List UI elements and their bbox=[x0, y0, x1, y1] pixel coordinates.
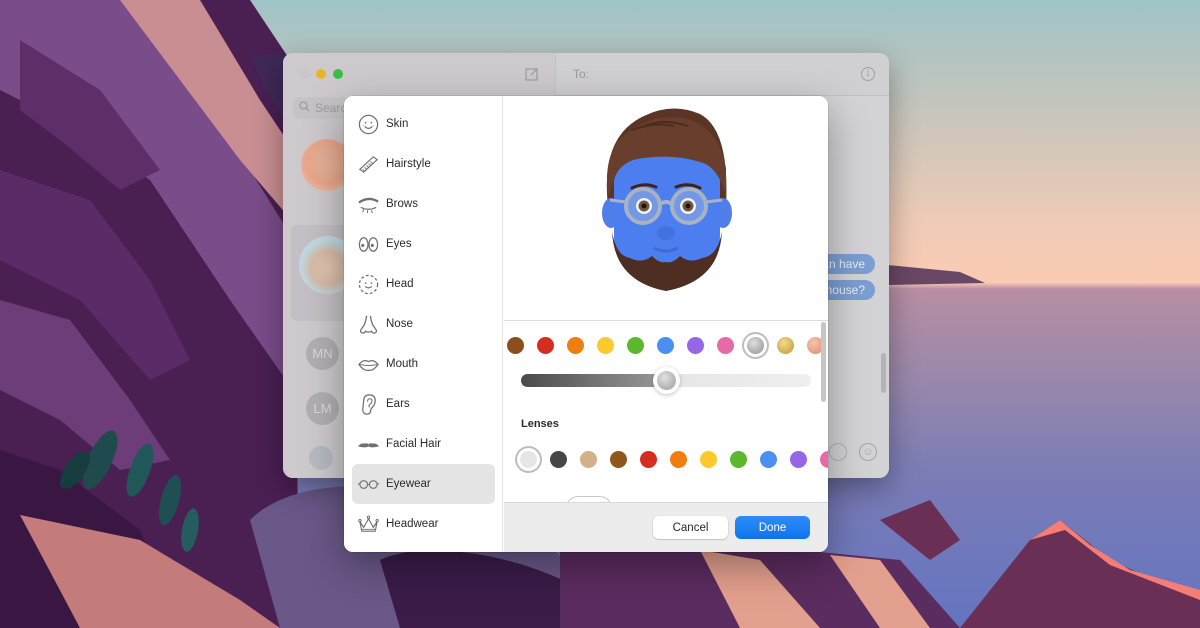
category-label: Headwear bbox=[386, 518, 439, 530]
lens-color-swatch[interactable] bbox=[760, 451, 777, 468]
frame-color-swatch[interactable] bbox=[537, 337, 554, 354]
category-facial-hair[interactable]: Facial Hair bbox=[352, 424, 495, 464]
frame-color-swatch[interactable] bbox=[507, 337, 524, 354]
emoji-picker-icon[interactable]: ☺ bbox=[859, 443, 877, 461]
brow-icon bbox=[357, 193, 380, 216]
category-nose[interactable]: Nose bbox=[352, 304, 495, 344]
frame-color-swatch[interactable] bbox=[627, 337, 644, 354]
face-freckles-icon bbox=[357, 113, 380, 136]
lens-color-swatch[interactable] bbox=[730, 451, 747, 468]
crown-icon bbox=[357, 513, 380, 536]
category-label: Brows bbox=[386, 198, 418, 210]
eyes-icon bbox=[357, 233, 380, 256]
done-button[interactable]: Done bbox=[735, 516, 810, 539]
frame-color-swatch[interactable] bbox=[747, 337, 764, 354]
glasses-icon bbox=[357, 473, 380, 496]
minimize-window-button[interactable] bbox=[316, 69, 326, 79]
maximize-window-button[interactable] bbox=[333, 69, 343, 79]
eyewear-options-pane: Lenses bbox=[504, 322, 828, 502]
nose-icon bbox=[357, 313, 380, 336]
close-window-button[interactable] bbox=[300, 69, 310, 79]
lens-color-swatch[interactable] bbox=[640, 451, 657, 468]
options-scrollbar[interactable] bbox=[821, 322, 826, 402]
category-label: Eyewear bbox=[386, 478, 431, 490]
category-mouth[interactable]: Mouth bbox=[352, 344, 495, 384]
frame-color-swatch[interactable] bbox=[777, 337, 794, 354]
dialog-footer: Cancel Done bbox=[504, 502, 828, 552]
category-label: Nose bbox=[386, 318, 413, 330]
category-label: Skin bbox=[386, 118, 409, 130]
category-head[interactable]: Head bbox=[352, 264, 495, 304]
frame-color-swatch[interactable] bbox=[657, 337, 674, 354]
category-skin[interactable]: Skin bbox=[352, 104, 495, 144]
lens-color-swatch[interactable] bbox=[700, 451, 717, 468]
category-eyes[interactable]: Eyes bbox=[352, 224, 495, 264]
conversation-header: To: i bbox=[556, 53, 889, 96]
ear-icon bbox=[357, 393, 380, 416]
compose-icon[interactable] bbox=[525, 67, 539, 81]
conversation-avatar-initials[interactable]: MN bbox=[306, 337, 339, 370]
mustache-icon bbox=[357, 433, 380, 456]
lens-color-swatch[interactable] bbox=[790, 451, 807, 468]
lens-color-swatch[interactable] bbox=[580, 451, 597, 468]
category-label: Hairstyle bbox=[386, 158, 431, 170]
info-icon[interactable]: i bbox=[861, 67, 875, 81]
category-hairstyle[interactable]: Hairstyle bbox=[352, 144, 495, 184]
comb-icon bbox=[357, 153, 380, 176]
to-label: To: bbox=[573, 67, 590, 81]
category-eyewear[interactable]: Eyewear bbox=[352, 464, 495, 504]
frame-color-swatch[interactable] bbox=[597, 337, 614, 354]
category-label: Head bbox=[386, 278, 414, 290]
category-label: Ears bbox=[386, 398, 410, 410]
frame-color-swatch[interactable] bbox=[717, 337, 734, 354]
conversation-avatar-initials[interactable]: LM bbox=[306, 392, 339, 425]
search-icon bbox=[299, 101, 310, 115]
frame-shade-slider-thumb[interactable] bbox=[652, 367, 680, 394]
lens-color-swatch[interactable] bbox=[520, 451, 537, 468]
category-label: Mouth bbox=[386, 358, 418, 370]
lens-color-swatch[interactable] bbox=[820, 451, 828, 468]
lips-icon bbox=[357, 353, 380, 376]
audio-message-icon[interactable] bbox=[829, 443, 847, 461]
lens-color-swatch[interactable] bbox=[610, 451, 627, 468]
conversation-scrollbar[interactable] bbox=[881, 353, 886, 393]
lenses-section-title: Lenses bbox=[521, 418, 559, 430]
memoji-preview bbox=[504, 96, 828, 321]
category-brows[interactable]: Brows bbox=[352, 184, 495, 224]
category-label: Facial Hair bbox=[386, 438, 441, 450]
lens-color-swatch[interactable] bbox=[670, 451, 687, 468]
category-headwear[interactable]: Headwear bbox=[352, 504, 495, 544]
frame-color-swatch[interactable] bbox=[687, 337, 704, 354]
memoji-face-illustration bbox=[602, 108, 732, 291]
head-outline-icon bbox=[357, 273, 380, 296]
memoji-editor-dialog: Skin Hairstyle Brows Eyes Head Nose Mout… bbox=[344, 96, 828, 552]
category-label: Eyes bbox=[386, 238, 412, 250]
cancel-button[interactable]: Cancel bbox=[653, 516, 728, 539]
lens-color-swatch[interactable] bbox=[550, 451, 567, 468]
category-ears[interactable]: Ears bbox=[352, 384, 495, 424]
memoji-category-list: Skin Hairstyle Brows Eyes Head Nose Mout… bbox=[344, 96, 503, 552]
frame-color-swatch[interactable] bbox=[567, 337, 584, 354]
user-avatar[interactable] bbox=[309, 446, 333, 470]
